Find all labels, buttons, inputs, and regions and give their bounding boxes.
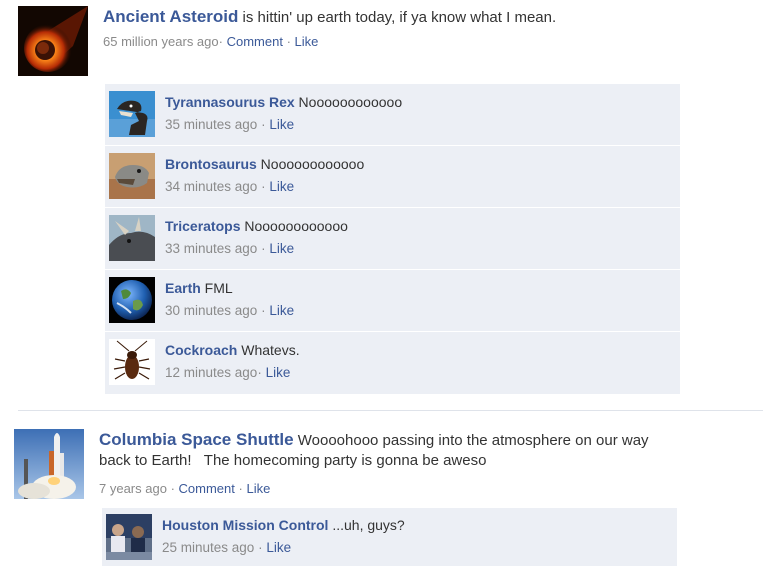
comment-text-line: Tyrannasourus Rex Noooooooooooo xyxy=(165,94,402,110)
comment-text-line: Houston Mission Control ...uh, guys? xyxy=(162,517,405,533)
post-timestamp[interactable]: 65 million years ago xyxy=(103,34,219,49)
comment-item: Tyrannasourus Rex Noooooooooooo 35 minut… xyxy=(105,84,680,147)
like-link[interactable]: Like xyxy=(246,481,270,496)
commenter-name-link[interactable]: Earth xyxy=(165,280,201,296)
cockroach-avatar[interactable] xyxy=(109,339,155,385)
earth-avatar[interactable] xyxy=(109,277,155,323)
comment-text: ...uh, guys? xyxy=(328,517,405,533)
comment-text-line: Triceratops Noooooooooooo xyxy=(165,218,348,234)
comment-item: Brontosaurus Noooooooooooo 34 minutes ag… xyxy=(105,146,680,209)
triceratops-avatar[interactable] xyxy=(109,215,155,261)
like-link[interactable]: Like xyxy=(295,34,319,49)
separator: · xyxy=(257,365,262,380)
post-text: is hittin' up earth today, if ya know wh… xyxy=(238,9,557,26)
comment-text-line: Brontosaurus Noooooooooooo xyxy=(165,156,364,172)
post-author-link[interactable]: Ancient Asteroid xyxy=(103,7,238,26)
post-meta: 65 million years ago· Comment · Like xyxy=(103,34,318,49)
comment-item: Triceratops Noooooooooooo 33 minutes ago… xyxy=(105,208,680,271)
comment-like-link[interactable]: Like xyxy=(269,179,294,194)
separator: · xyxy=(238,481,243,496)
commenter-name-link[interactable]: Brontosaurus xyxy=(165,156,257,172)
comment-text: Noooooooooooo xyxy=(240,218,348,234)
comment-like-link[interactable]: Like xyxy=(269,241,294,256)
comment-item: Houston Mission Control ...uh, guys? 25 … xyxy=(102,508,677,566)
separator: · xyxy=(261,241,266,256)
space-shuttle-avatar[interactable] xyxy=(14,429,84,499)
comment-text: Noooooooooooo xyxy=(294,94,403,110)
post-divider xyxy=(18,410,763,411)
comment-timestamp: 34 minutes ago xyxy=(165,179,258,194)
comment-meta: 34 minutes ago · Like xyxy=(165,179,294,194)
comment-text: Whatevs. xyxy=(237,342,300,358)
comment-meta: 33 minutes ago · Like xyxy=(165,241,294,256)
separator: · xyxy=(286,34,291,49)
comment-item: Cockroach Whatevs. 12 minutes ago· Like xyxy=(105,332,680,393)
comment-like-link[interactable]: Like xyxy=(266,540,291,555)
comment-text: Noooooooooooo xyxy=(256,156,365,172)
commenter-name-link[interactable]: Triceratops xyxy=(165,218,240,234)
separator: · xyxy=(261,179,266,194)
post-timestamp[interactable]: 7 years ago xyxy=(99,481,167,496)
comment-meta: 35 minutes ago · Like xyxy=(165,117,294,132)
comments-list: Houston Mission Control ...uh, guys? 25 … xyxy=(102,508,677,566)
mission-control-avatar[interactable] xyxy=(106,514,152,560)
asteroid-avatar[interactable] xyxy=(18,6,88,76)
comment-text-line: Cockroach Whatevs. xyxy=(165,342,300,358)
comment-like-link[interactable]: Like xyxy=(269,117,294,132)
post-body: Ancient Asteroid is hittin' up earth tod… xyxy=(103,7,556,28)
comment-like-link[interactable]: Like xyxy=(266,365,291,380)
post-text-line2: back to Earth! The homecoming party is g… xyxy=(99,452,487,469)
commenter-name-link[interactable]: Tyrannasourus Rex xyxy=(165,94,295,110)
comment-meta: 30 minutes ago · Like xyxy=(165,303,294,318)
comment-link[interactable]: Comment xyxy=(179,481,235,496)
comment-text: FML xyxy=(200,280,233,296)
comment-link[interactable]: Comment xyxy=(227,34,283,49)
comment-meta: 12 minutes ago· Like xyxy=(165,365,290,380)
comment-timestamp: 33 minutes ago xyxy=(165,241,258,256)
post-author-link[interactable]: Columbia Space Shuttle xyxy=(99,430,294,449)
separator: · xyxy=(170,481,175,496)
comment-text-line: Earth FML xyxy=(165,280,233,296)
comment-item: Earth FML 30 minutes ago · Like xyxy=(105,270,680,333)
comment-timestamp: 12 minutes ago xyxy=(165,365,258,380)
post-body: Columbia Space Shuttle Woooohooo passing… xyxy=(99,430,649,471)
comment-meta: 25 minutes ago · Like xyxy=(162,540,291,555)
commenter-name-link[interactable]: Houston Mission Control xyxy=(162,517,328,533)
separator: · xyxy=(261,117,266,132)
comments-list: Tyrannasourus Rex Noooooooooooo 35 minut… xyxy=(105,84,680,394)
commenter-name-link[interactable]: Cockroach xyxy=(165,342,237,358)
brontosaurus-avatar[interactable] xyxy=(109,153,155,199)
post-text-line1: Woooohooo passing into the atmosphere on… xyxy=(293,432,649,449)
comment-timestamp: 30 minutes ago xyxy=(165,303,258,318)
t-rex-avatar[interactable] xyxy=(109,91,155,137)
comment-like-link[interactable]: Like xyxy=(269,303,294,318)
separator: · xyxy=(258,540,263,555)
separator: · xyxy=(218,34,223,49)
separator: · xyxy=(261,303,266,318)
post-meta: 7 years ago · Comment · Like xyxy=(99,481,270,496)
comment-timestamp: 35 minutes ago xyxy=(165,117,258,132)
comment-timestamp: 25 minutes ago xyxy=(162,540,255,555)
